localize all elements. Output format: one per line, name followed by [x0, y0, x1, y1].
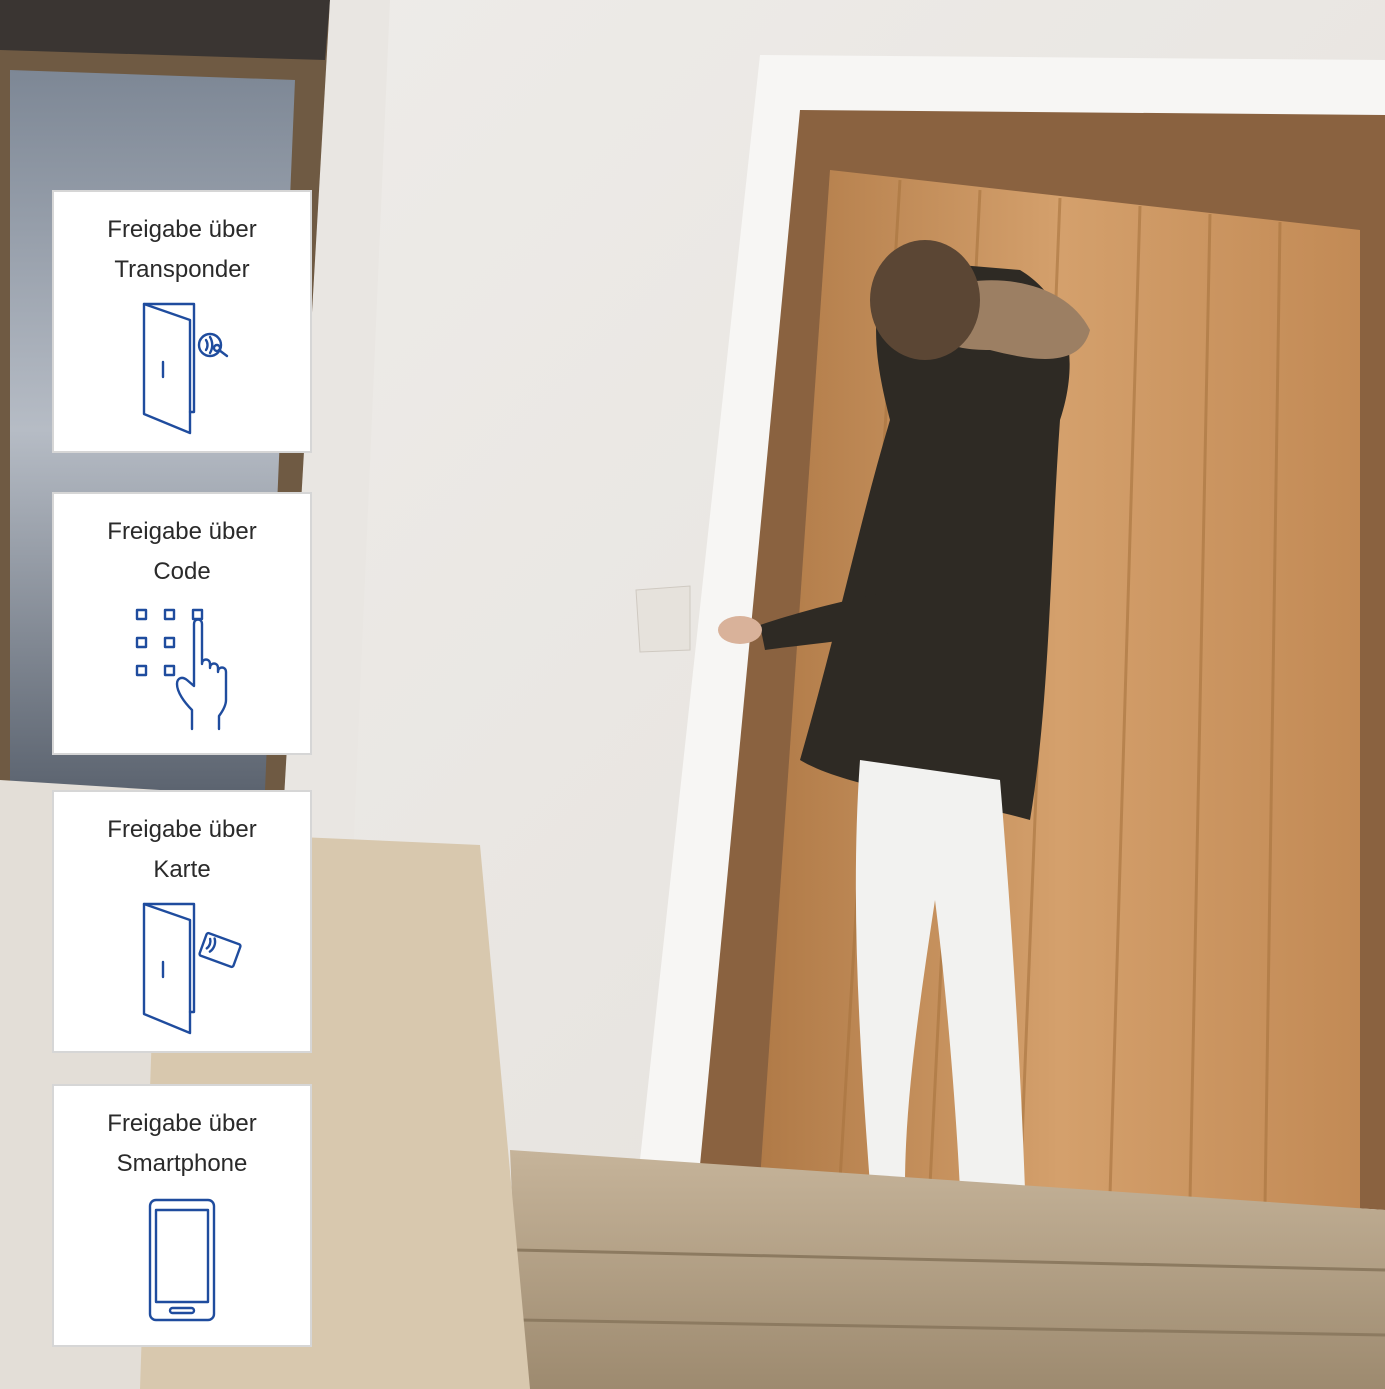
door-transponder-icon [54, 300, 310, 440]
card-title-line1: Freigabe über [107, 816, 257, 843]
card-title-line2: Code [153, 558, 211, 585]
card-title-line2: Transponder [114, 256, 250, 283]
feature-card-smartphone: Freigabe über Smartphone [52, 1084, 312, 1347]
feature-card-karte: Freigabe über Karte [52, 790, 312, 1053]
door-card-icon [54, 900, 310, 1040]
feature-card-code: Freigabe über Code [52, 492, 312, 755]
card-title: Freigabe über Smartphone [54, 1104, 310, 1184]
keypad-finger-icon [54, 602, 310, 737]
feature-card-transponder: Freigabe über Transponder [52, 190, 312, 453]
card-title-line1: Freigabe über [107, 518, 257, 545]
card-title: Freigabe über Code [54, 512, 310, 592]
card-title-line2: Smartphone [116, 1150, 248, 1177]
card-title-line2: Karte [153, 856, 211, 883]
card-title-line1: Freigabe über [107, 1110, 257, 1137]
smartphone-icon [54, 1196, 310, 1331]
card-title: Freigabe über Karte [54, 810, 310, 890]
card-title: Freigabe über Transponder [54, 210, 310, 290]
card-title-line1: Freigabe über [107, 216, 257, 243]
